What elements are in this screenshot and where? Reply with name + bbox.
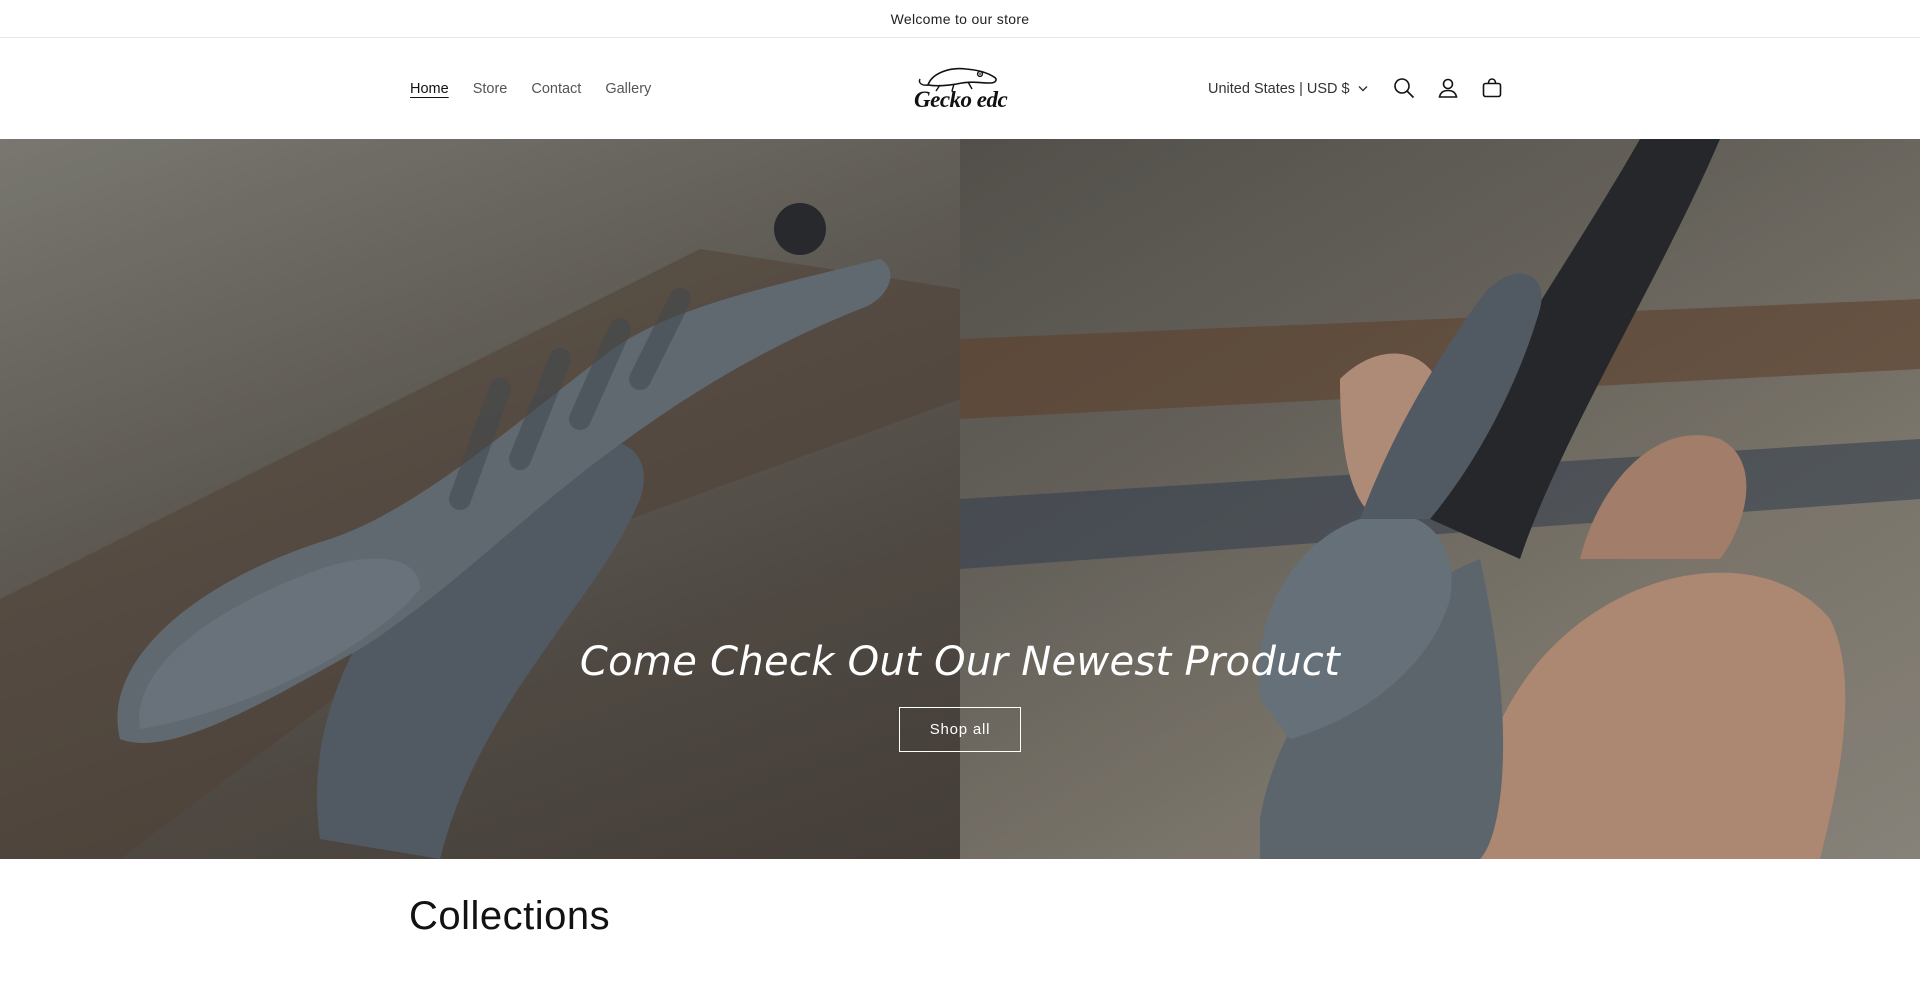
hero-banner: Come Check Out Our Newest Product Shop a… — [0, 139, 1920, 859]
chevron-down-icon — [1358, 86, 1368, 92]
country-currency-selector[interactable]: United States | USD $ — [1208, 38, 1368, 139]
nav-contact[interactable]: Contact — [519, 81, 593, 97]
cart-icon — [1482, 78, 1502, 98]
search-button[interactable] — [1386, 70, 1422, 106]
announcement-bar: Welcome to our store — [0, 0, 1920, 38]
announcement-text: Welcome to our store — [890, 10, 1030, 27]
localization-label: United States | USD $ — [1208, 80, 1350, 97]
nav-store[interactable]: Store — [461, 81, 520, 97]
nav-home[interactable]: Home — [398, 81, 461, 97]
account-icon — [1438, 78, 1458, 98]
collections-heading: Collections — [409, 894, 611, 938]
account-button[interactable] — [1430, 70, 1466, 106]
logo-text: Gecko edc — [914, 87, 1008, 112]
hero-title: Come Check Out Our Newest Product — [579, 639, 1341, 685]
main-nav: Home Store Contact Gallery — [398, 38, 663, 139]
cart-button[interactable] — [1474, 70, 1510, 106]
shop-all-button[interactable]: Shop all — [898, 707, 1022, 752]
hero-content: Come Check Out Our Newest Product Shop a… — [0, 639, 1920, 752]
store-logo[interactable]: Gecko edc — [910, 63, 1010, 113]
nav-gallery[interactable]: Gallery — [593, 81, 663, 97]
site-header: Home Store Contact Gallery Gecko edc Uni… — [0, 38, 1920, 139]
search-icon — [1394, 78, 1415, 99]
